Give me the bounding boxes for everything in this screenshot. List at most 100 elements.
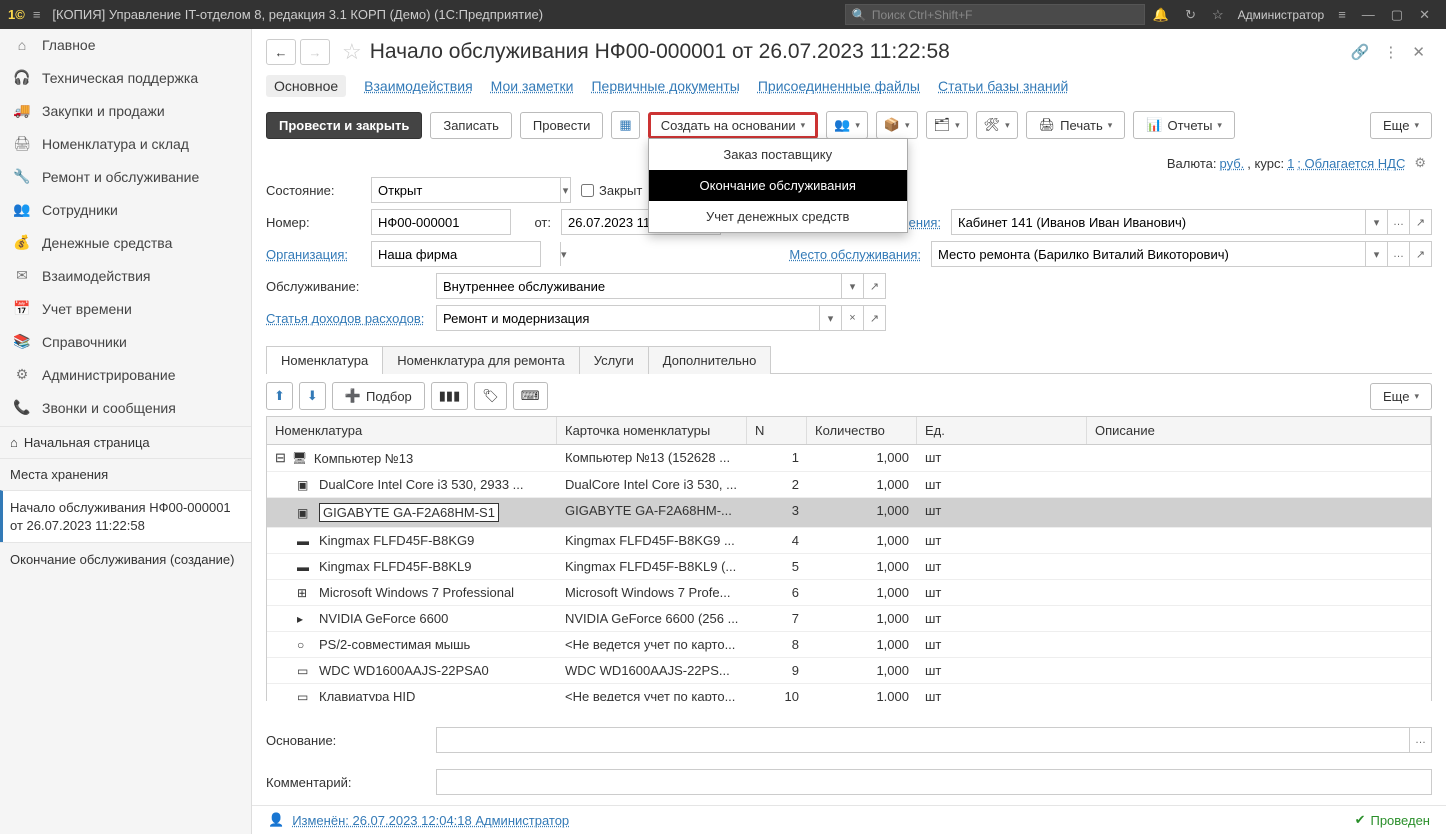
favorite-icon[interactable]: ☆ xyxy=(342,39,362,65)
nav-back-button[interactable]: ← xyxy=(266,39,296,65)
article-field[interactable]: ▾×↗ xyxy=(436,305,886,331)
table-more-button[interactable]: Еще ▾ xyxy=(1370,383,1432,410)
maximize-icon[interactable]: ▢ xyxy=(1391,7,1403,23)
detail-tab[interactable]: Номенклатура xyxy=(266,346,383,374)
sidebar-item[interactable]: 📚Справочники xyxy=(0,325,251,358)
section-tab[interactable]: Первичные документы xyxy=(591,78,739,94)
create-on-basis-button[interactable]: Создать на основании ▾ xyxy=(648,112,818,139)
detail-tab[interactable]: Дополнительно xyxy=(648,346,772,374)
tag-button[interactable]: 🏷 xyxy=(474,382,507,410)
history-icon[interactable]: ↻ xyxy=(1185,7,1196,23)
star-icon[interactable]: ☆ xyxy=(1212,7,1224,23)
post-and-close-button[interactable]: Провести и закрыть xyxy=(266,112,422,139)
service-field[interactable]: ▾↗ xyxy=(436,273,886,299)
section-tab[interactable]: Мои заметки xyxy=(491,78,574,94)
rate-link[interactable]: 1 xyxy=(1287,156,1294,171)
column-header[interactable]: N xyxy=(747,417,807,444)
section-tab[interactable]: Основное xyxy=(266,75,346,97)
storage-field[interactable]: ▾…↗ xyxy=(951,209,1432,235)
table-row[interactable]: ○PS/2-совместимая мышь<Не ведется учет п… xyxy=(267,632,1431,658)
column-header[interactable]: Ед. xyxy=(917,417,1087,444)
section-tab[interactable]: Присоединенные файлы xyxy=(758,78,920,94)
sidebar-item[interactable]: 📅Учет времени xyxy=(0,292,251,325)
move-down-button[interactable]: ⬇ xyxy=(299,382,326,410)
sidebar-item[interactable]: 💰Денежные средства xyxy=(0,226,251,259)
state-field[interactable]: ▾ xyxy=(371,177,571,203)
table-row[interactable]: ▣GIGABYTE GA-F2A68HM-S1GIGABYTE GA-F2A68… xyxy=(267,498,1431,528)
dropdown-item[interactable]: Окончание обслуживания xyxy=(649,170,907,201)
user-label[interactable]: Администратор xyxy=(1238,8,1325,22)
table-row[interactable]: ▭Клавиатура HID<Не ведется учет по карто… xyxy=(267,684,1431,701)
sidebar-subitem[interactable]: Начало обслуживания НФ00-000001 от 26.07… xyxy=(0,490,251,542)
hamburger-icon[interactable]: ≡ xyxy=(33,7,41,22)
sidebar-item[interactable]: 📞Звонки и сообщения xyxy=(0,391,251,424)
items-table[interactable]: НоменклатураКарточка номенклатурыNКоличе… xyxy=(266,416,1432,701)
section-tab[interactable]: Взаимодействия xyxy=(364,78,473,94)
column-header[interactable]: Карточка номенклатуры xyxy=(557,417,747,444)
column-header[interactable]: Количество xyxy=(807,417,917,444)
global-search[interactable]: 🔍 Поиск Ctrl+Shift+F xyxy=(845,4,1145,25)
sidebar-item[interactable]: ⚙Администрирование xyxy=(0,358,251,391)
sidebar-subitem[interactable]: Окончание обслуживания (создание) xyxy=(0,542,251,577)
sidebar-item[interactable]: ✉Взаимодействия xyxy=(0,259,251,292)
selection-button[interactable]: ➕ Подбор xyxy=(332,382,425,410)
detail-tab[interactable]: Номенклатура для ремонта xyxy=(382,346,580,374)
post-button[interactable]: Провести xyxy=(520,112,604,139)
close-window-icon[interactable]: ✕ xyxy=(1419,7,1430,23)
dropdown-icon[interactable]: ▾ xyxy=(560,178,570,202)
card-icon-button[interactable]: 🗂▾ xyxy=(926,111,968,139)
minimize-icon[interactable]: — xyxy=(1362,7,1375,22)
service-place-field[interactable]: ▾…↗ xyxy=(931,241,1432,267)
table-row[interactable]: ▸NVIDIA GeForce 6600NVIDIA GeForce 6600 … xyxy=(267,606,1431,632)
sidebar-item[interactable]: 🎧Техническая поддержка xyxy=(0,61,251,94)
column-header[interactable]: Описание xyxy=(1087,417,1431,444)
move-up-button[interactable]: ⬆ xyxy=(266,382,293,410)
table-row[interactable]: ▣DualCore Intel Core i3 530, 2933 ...Dua… xyxy=(267,472,1431,498)
sidebar-subitem[interactable]: Места хранения xyxy=(0,458,251,490)
sidebar-item[interactable]: 🚚Закупки и продажи xyxy=(0,94,251,127)
sidebar-item[interactable]: ⌂Главное xyxy=(0,29,251,61)
number-field[interactable] xyxy=(371,209,511,235)
nav-forward-button[interactable]: → xyxy=(300,39,330,65)
basis-field[interactable]: … xyxy=(436,727,1432,753)
currency-link[interactable]: руб. xyxy=(1220,156,1245,171)
document-icon-button[interactable]: ▦ xyxy=(611,111,639,139)
currency-gear-icon[interactable]: ⚙ xyxy=(1414,155,1426,171)
section-tab[interactable]: Статьи базы знаний xyxy=(938,78,1068,94)
tax-link[interactable]: ; Облагается НДС xyxy=(1297,156,1405,171)
changed-link[interactable]: Изменён: 26.07.2023 12:04:18 Администрат… xyxy=(292,813,1354,828)
org-label[interactable]: Организация: xyxy=(266,247,361,262)
barcode-button[interactable]: ▮▮▮ xyxy=(431,382,468,410)
scan-button[interactable]: ⌨ xyxy=(513,382,548,410)
users-icon-button[interactable]: 👥▾ xyxy=(826,111,868,139)
dropdown-item[interactable]: Заказ поставщику xyxy=(649,139,907,170)
bell-icon[interactable]: 🔔 xyxy=(1153,7,1169,23)
write-button[interactable]: Записать xyxy=(430,112,512,139)
sidebar-item[interactable]: 🖨Номенклатура и склад xyxy=(0,127,251,160)
service-place-label[interactable]: Место обслуживания: xyxy=(551,247,921,262)
column-header[interactable]: Номенклатура xyxy=(267,417,557,444)
sidebar-item[interactable]: 👥Сотрудники xyxy=(0,193,251,226)
table-row[interactable]: ▬Kingmax FLFD45F-B8KL9Kingmax FLFD45F-B8… xyxy=(267,554,1431,580)
reports-button[interactable]: 📊 Отчеты ▾ xyxy=(1133,111,1235,139)
settings-icon[interactable]: ≡ xyxy=(1338,7,1346,22)
table-row[interactable]: ⊞Microsoft Windows 7 ProfessionalMicroso… xyxy=(267,580,1431,606)
more-button[interactable]: Еще ▾ xyxy=(1370,112,1432,139)
print-button[interactable]: 🖨 Печать ▾ xyxy=(1026,111,1126,139)
close-tab-icon[interactable]: ✕ xyxy=(1412,43,1425,61)
kebab-icon[interactable]: ⋮ xyxy=(1383,43,1398,61)
folder-icon-button[interactable]: 📦▾ xyxy=(876,111,918,139)
comment-field[interactable] xyxy=(436,769,1432,795)
table-row[interactable]: ▬Kingmax FLFD45F-B8KG9Kingmax FLFD45F-B8… xyxy=(267,528,1431,554)
article-label[interactable]: Статья доходов расходов: xyxy=(266,311,426,326)
dropdown-item[interactable]: Учет денежных средств xyxy=(649,201,907,232)
link-icon[interactable]: 🔗 xyxy=(1351,43,1370,61)
org-field[interactable]: ▾ xyxy=(371,241,541,267)
sidebar-item[interactable]: 🔧Ремонт и обслуживание xyxy=(0,160,251,193)
table-row[interactable]: ▭WDC WD1600AAJS-22PSA0WDC WD1600AAJS-22P… xyxy=(267,658,1431,684)
sidebar-subitem[interactable]: ⌂Начальная страница xyxy=(0,426,251,458)
table-row[interactable]: ⊟ 🖥Компьютер №13Компьютер №13 (152628 ..… xyxy=(267,445,1431,472)
cell-unit: шт xyxy=(917,580,1087,605)
tools-icon-button[interactable]: 🛠▾ xyxy=(976,111,1018,139)
detail-tab[interactable]: Услуги xyxy=(579,346,649,374)
